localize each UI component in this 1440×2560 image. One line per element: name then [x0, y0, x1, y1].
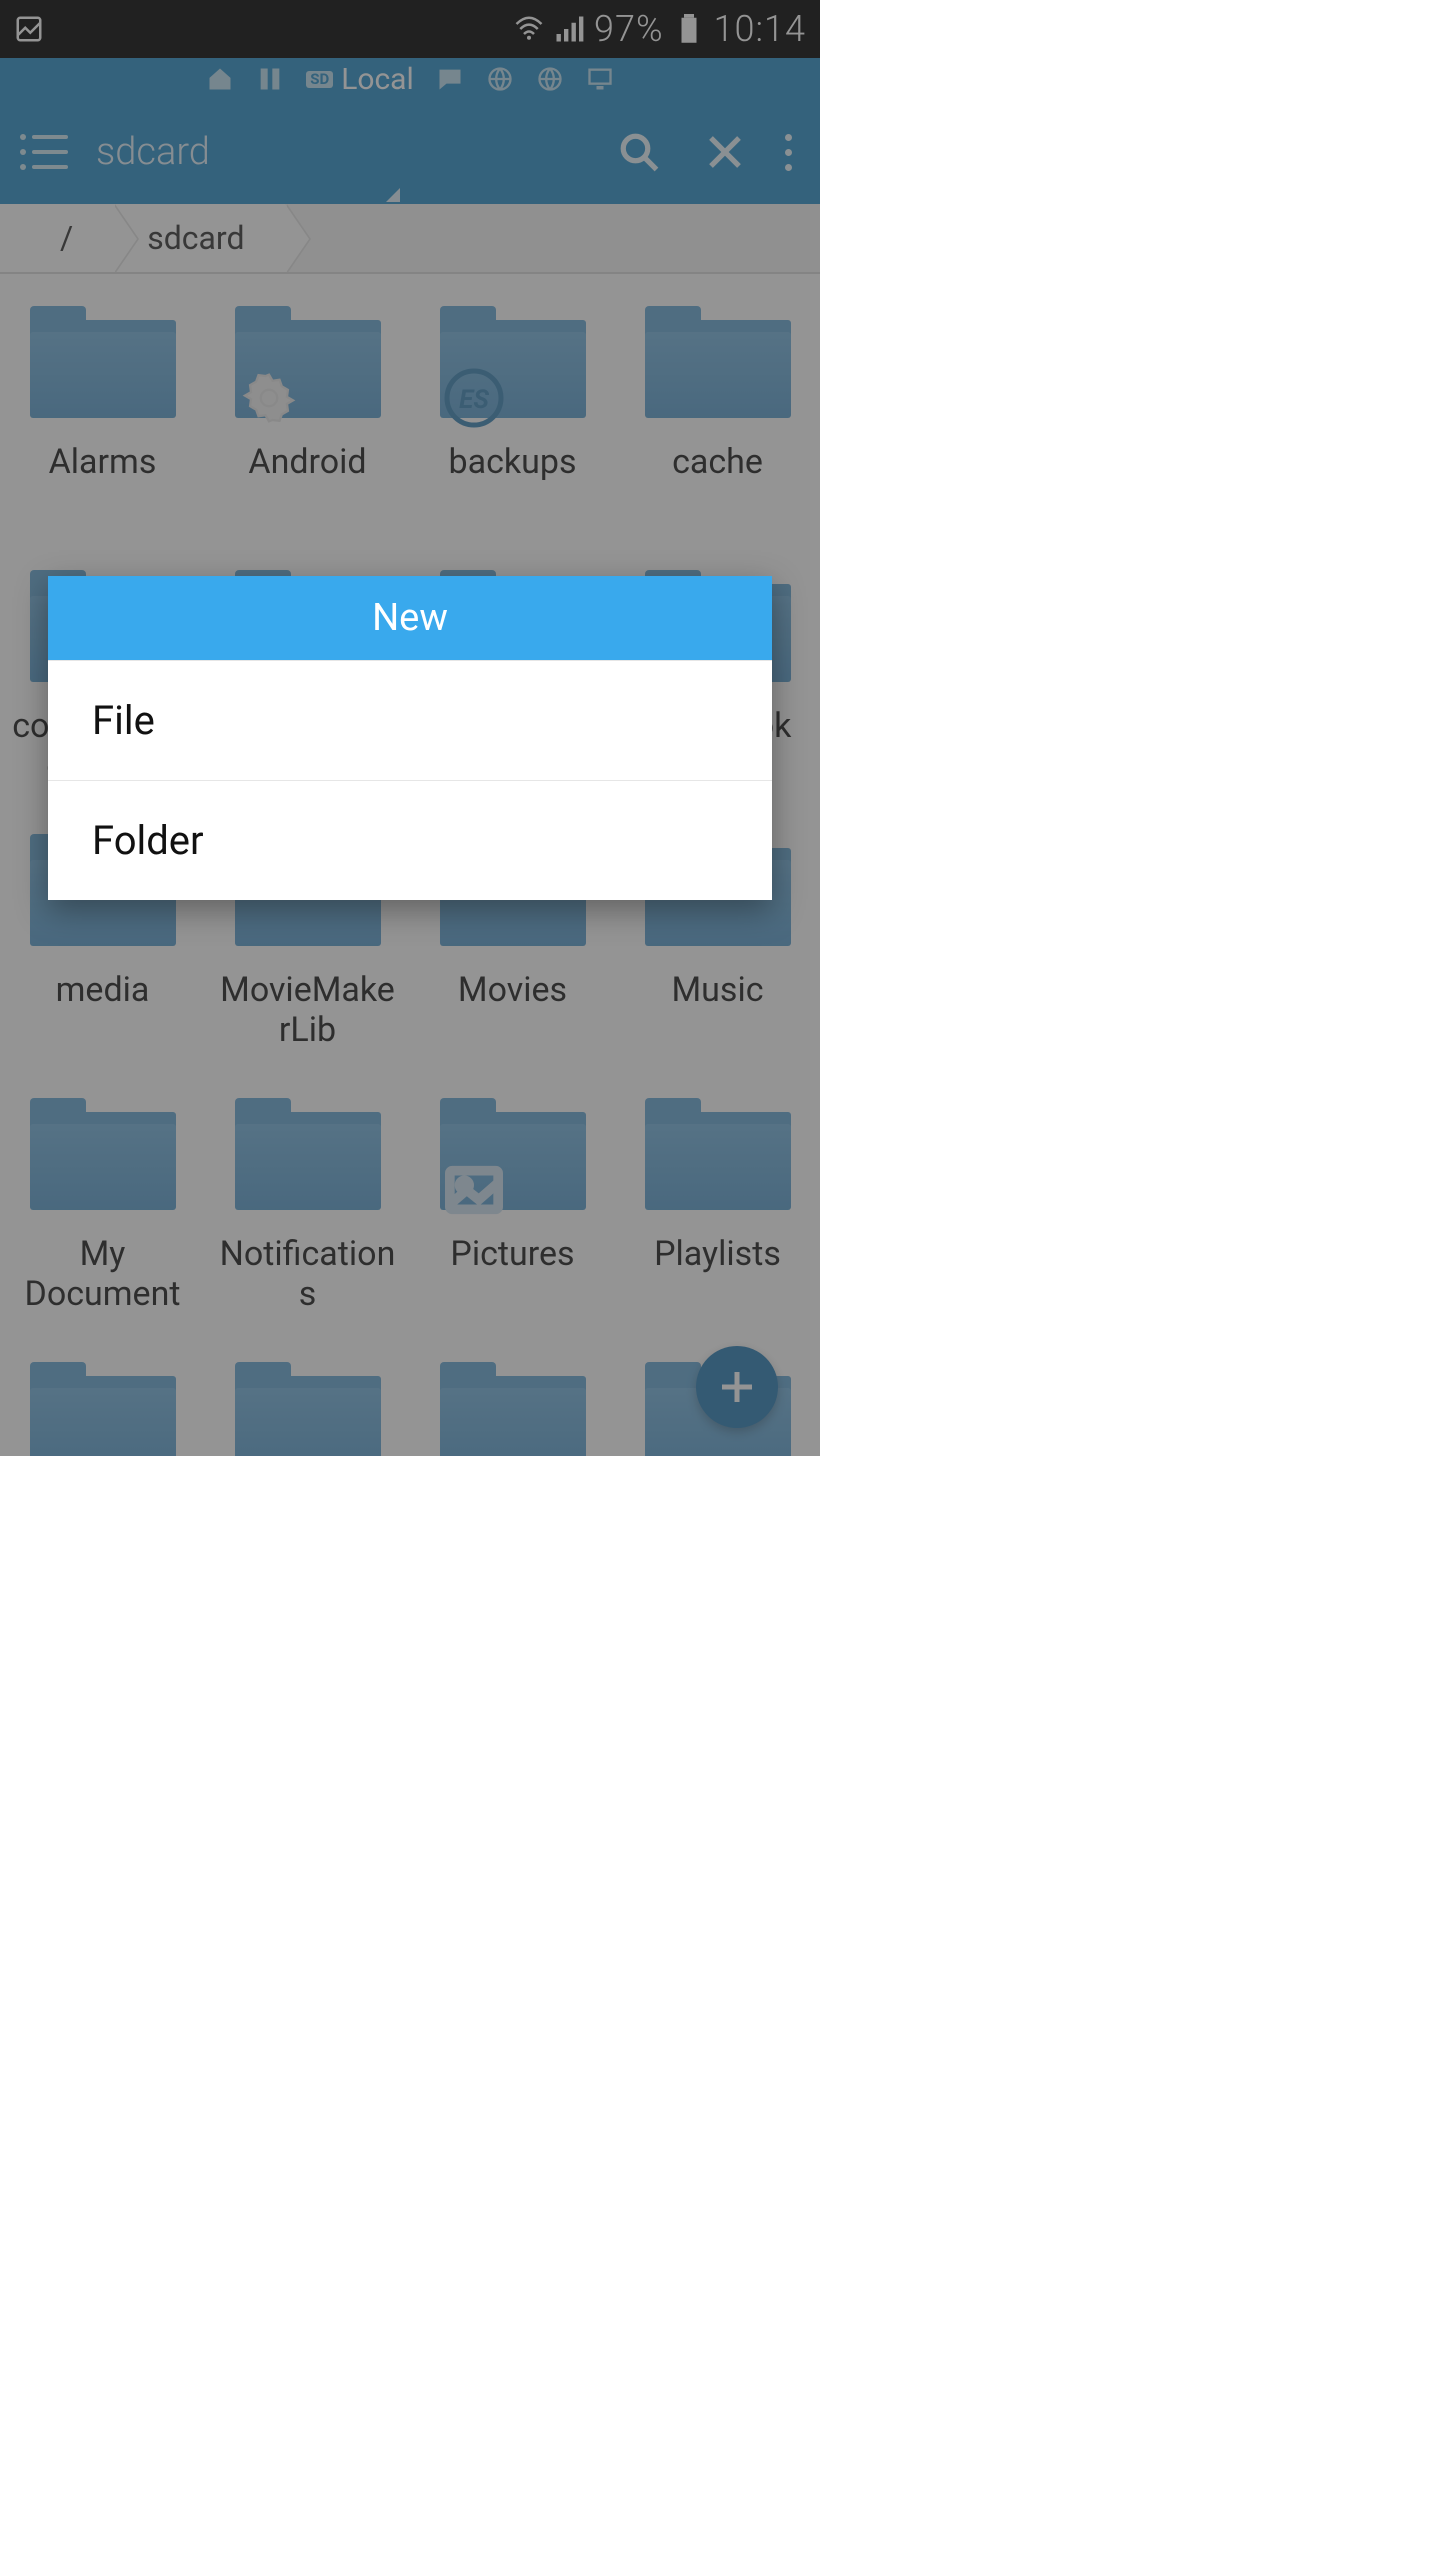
new-dialog: New File Folder — [48, 576, 772, 900]
dialog-option-folder[interactable]: Folder — [48, 780, 772, 900]
dialog-option-file[interactable]: File — [48, 660, 772, 780]
dialog-title: New — [48, 576, 772, 660]
